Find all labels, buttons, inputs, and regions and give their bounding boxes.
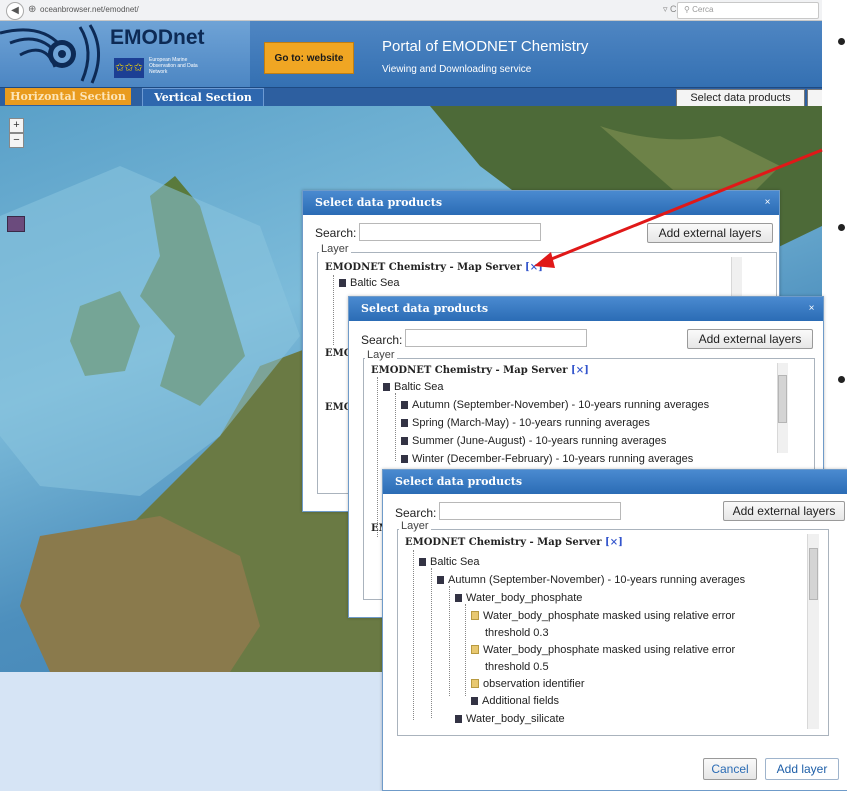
annotation-arrow	[534, 148, 823, 268]
